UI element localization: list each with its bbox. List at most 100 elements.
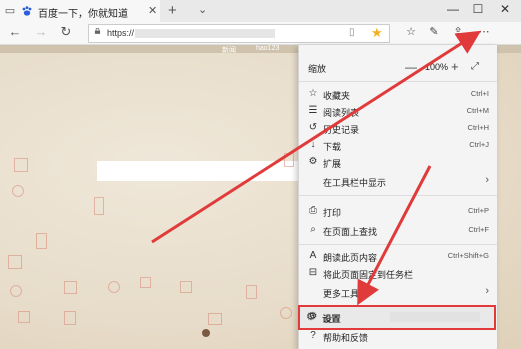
menu-item-label: 扩展: [323, 159, 342, 169]
seal-stamp: [246, 285, 257, 299]
tab-strip: ▭ 百度一下，你就知道 ✕ + ⌄ — ☐ ✕: [0, 0, 521, 22]
menu-item-pin-taskbar[interactable]: ⊟ 将此页面固定到任务栏: [299, 265, 497, 282]
seal-stamp: [180, 281, 192, 293]
menu-item-label: 收藏夹: [323, 91, 351, 101]
window-close-icon[interactable]: ✕: [495, 2, 515, 16]
share-icon[interactable]: ⇪: [449, 25, 467, 38]
menu-divider: [299, 81, 497, 82]
favorite-star-icon[interactable]: ★: [371, 25, 383, 41]
seal-stamp: [108, 281, 120, 293]
menu-item-shortcut: Ctrl+J: [469, 140, 489, 149]
menu-item-label: 阅读列表: [323, 108, 360, 118]
navigation-bar: ← → ↻ https:// ▯ ★ ☆ ✎ ⇪ ⋯: [0, 22, 521, 45]
more-icon[interactable]: ⋯: [475, 25, 493, 38]
menu-item-find[interactable]: ⌕ 在页面上查找 Ctrl+F: [299, 222, 497, 239]
lock-icon: [94, 28, 101, 34]
seal-stamp: [94, 197, 104, 215]
seal-stamp: [64, 311, 76, 325]
zoom-in-button[interactable]: +: [451, 59, 459, 74]
menu-divider: [299, 195, 497, 196]
read-aloud-icon: A: [309, 250, 317, 261]
menu-item-label: 将此页面固定到任务栏: [323, 270, 414, 280]
zoom-out-button[interactable]: —: [405, 60, 417, 74]
seal-stamp: [284, 153, 294, 167]
reading-view-icon[interactable]: ▯: [349, 27, 355, 38]
forward-icon[interactable]: →: [32, 24, 50, 39]
chevron-right-icon: ›: [485, 285, 489, 297]
search-input[interactable]: [97, 161, 302, 181]
seal-stamp: [12, 185, 24, 197]
menu-item-label: 在页面上查找: [323, 227, 378, 237]
minimize-icon[interactable]: —: [443, 2, 463, 16]
menu-item-extensions[interactable]: ⚙ 扩展: [299, 154, 497, 171]
browser-tab[interactable]: ▭ 百度一下，你就知道 ✕: [0, 0, 160, 22]
menu-item-show-in-toolbar[interactable]: 在工具栏中显示 ›: [299, 173, 497, 190]
menu-item-label: 在工具栏中显示: [323, 178, 387, 188]
seal-stamp: [64, 281, 77, 294]
seal-stamp: [140, 277, 151, 288]
baidu-favicon-icon: [22, 6, 32, 16]
menu-divider: [299, 244, 497, 245]
menu-item-history[interactable]: ↺ 历史记录 Ctrl+H: [299, 120, 497, 137]
new-tab-icon[interactable]: +: [168, 2, 177, 19]
menu-item-shortcut: Ctrl+H: [467, 123, 489, 132]
menu-item-shortcut: Ctrl+F: [468, 225, 489, 234]
seal-stamp: [18, 311, 30, 323]
notes-pen-icon[interactable]: ✎: [425, 25, 443, 38]
zoom-value: 100%: [425, 62, 449, 72]
menu-item-help[interactable]: ? 帮助和反馈: [299, 328, 497, 345]
tab-list-chevron-icon[interactable]: ⌄: [198, 3, 207, 16]
address-bar[interactable]: https:// ▯ ★: [88, 24, 390, 43]
url-text: https://: [107, 28, 135, 38]
zoom-row: 缩放 — 100% + ⤢: [299, 59, 497, 76]
menu-item-label: 更多工具: [323, 289, 360, 299]
settings-menu: 缩放 — 100% + ⤢ ☆ 收藏夹 Ctrl+I ☰ 阅读列表 Ctrl+M…: [298, 45, 497, 349]
menu-item-label: 设置: [323, 314, 342, 324]
download-icon: ↓: [310, 139, 316, 150]
page-dot: [202, 329, 210, 337]
extensions-icon: ⚙: [308, 156, 318, 167]
find-icon: ⌕: [310, 224, 316, 235]
menu-item-label: 打印: [323, 208, 342, 218]
menu-item-shortcut: Ctrl+P: [467, 206, 489, 215]
seal-stamp: [10, 285, 22, 297]
favorites-icon[interactable]: ☆: [402, 25, 420, 38]
menu-item-favorites[interactable]: ☆ 收藏夹 Ctrl+I: [299, 86, 497, 103]
menu-item-label: 朗读此页内容: [323, 253, 378, 263]
seal-stamp: [208, 313, 222, 325]
news-link[interactable]: 新闻: [222, 45, 236, 55]
menu-item-reading-list[interactable]: ☰ 阅读列表 Ctrl+M: [299, 103, 497, 120]
zoom-label: 缩放: [308, 64, 327, 74]
tab-title: 百度一下，你就知道: [38, 9, 128, 20]
refresh-icon[interactable]: ↻: [57, 24, 75, 40]
back-icon[interactable]: ←: [6, 24, 24, 39]
menu-item-print[interactable]: ⎙ 打印 Ctrl+P: [299, 203, 497, 220]
tab-actions-icon[interactable]: ▭: [4, 5, 16, 17]
history-icon: ↺: [308, 122, 318, 133]
maximize-icon[interactable]: ☐: [468, 2, 488, 16]
menu-item-shortcut: Ctrl+Shift+G: [447, 251, 489, 260]
menu-item-downloads[interactable]: ↓ 下载 Ctrl+J: [299, 137, 497, 154]
print-icon: ⎙: [309, 205, 317, 216]
tab-close-icon[interactable]: ✕: [148, 4, 157, 17]
help-icon: ?: [310, 330, 316, 341]
seal-stamp: [36, 233, 47, 249]
pin-taskbar-icon: ⊟: [308, 267, 318, 278]
chevron-right-icon: ›: [485, 174, 489, 186]
fullscreen-icon[interactable]: ⤢: [471, 61, 479, 72]
menu-item-more-tools[interactable]: 更多工具 ›: [299, 284, 497, 301]
menu-item-read-aloud[interactable]: A 朗读此页内容 Ctrl+Shift+G: [299, 248, 497, 265]
menu-item-label: 下载: [323, 142, 342, 152]
seal-stamp: [14, 158, 28, 172]
menu-item-shortcut: Ctrl+M: [466, 106, 489, 115]
menu-item-shortcut: Ctrl+I: [470, 89, 489, 98]
seal-stamp: [8, 255, 22, 269]
menu-item-label: 历史记录: [323, 125, 360, 135]
menu-item-settings[interactable]: ⚙ 设置: [299, 309, 497, 326]
gear-icon: ⚙: [308, 311, 318, 322]
url-redacted: [135, 29, 275, 38]
seal-stamp: [280, 307, 292, 319]
hao123-link[interactable]: hao123: [256, 45, 279, 52]
reading-list-icon: ☰: [308, 105, 318, 116]
menu-item-label: 帮助和反馈: [323, 333, 369, 343]
